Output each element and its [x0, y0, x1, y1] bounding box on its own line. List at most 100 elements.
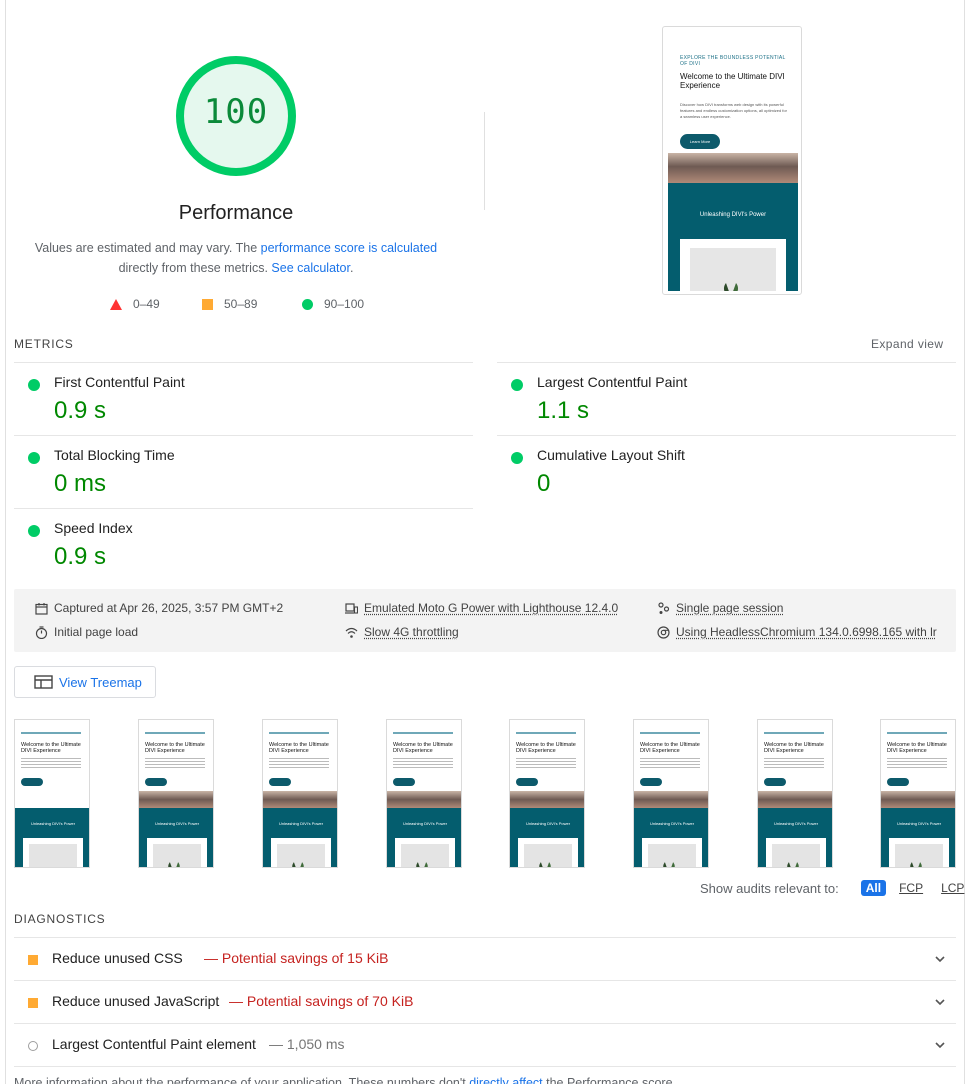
screenshot-section-title: Unleashing DIVI's Power: [699, 212, 767, 218]
screenshot-eyebrow: EXPLORE THE BOUNDLESS POTENTIAL OF DIVI: [680, 55, 786, 67]
frame-desk-image: [758, 791, 832, 808]
metrics-heading: METRICS: [14, 337, 74, 351]
plant-icon: [292, 862, 304, 867]
filmstrip-frame: Welcome to the Ultimate DIVI Experience U…: [633, 719, 709, 868]
screenshot-button: Learn More: [680, 134, 720, 149]
final-screenshot[interactable]: EXPLORE THE BOUNDLESS POTENTIAL OF DIVI …: [662, 26, 802, 295]
score-calculated-link[interactable]: performance score is calculated: [261, 241, 437, 255]
calendar-icon: [35, 602, 48, 615]
pass-circle-icon: [28, 379, 40, 391]
filter-fcp-chip[interactable]: FCP: [894, 880, 928, 896]
average-square-icon: [28, 998, 38, 1008]
frame-button: [640, 778, 662, 786]
runtime-network: Slow 4G throttling: [345, 625, 459, 639]
frame-card-image: [277, 844, 325, 867]
frame-title: Welcome to the Ultimate DIVI Experience: [21, 742, 81, 754]
frame-section-title: Unleashing DIVI's Power: [402, 821, 448, 826]
score-title: Performance: [178, 202, 294, 224]
runtime-browser: Using HeadlessChromium 134.0.6998.165 wi…: [657, 625, 937, 639]
frame-desk-image: [263, 791, 337, 808]
filter-label: Show audits relevant to:: [700, 880, 839, 896]
frame-title: Welcome to the Ultimate DIVI Experience: [887, 742, 947, 754]
metric-divider: [14, 362, 473, 363]
chevron-down-icon: [935, 999, 945, 1006]
score-value: 100: [203, 92, 269, 132]
pass-circle-icon: [28, 452, 40, 464]
pass-circle-icon: [302, 298, 313, 310]
filter-all-chip[interactable]: All: [860, 880, 887, 896]
frame-title: Welcome to the Ultimate DIVI Experience: [269, 742, 329, 754]
audit-unused-css[interactable]: Reduce unused CSS — Potential savings of…: [14, 937, 956, 980]
description-text-2: directly from these metrics.: [118, 261, 272, 275]
filter-lcp-chip[interactable]: LCP: [936, 880, 969, 896]
description-suffix: .: [349, 261, 354, 275]
directly-affect-link[interactable]: directly affect: [469, 1076, 542, 1084]
frame-eyebrow: [145, 732, 205, 736]
frame-eyebrow: [764, 732, 824, 736]
frame-card-image: [401, 844, 449, 867]
runtime-initial-load: Initial page load: [35, 625, 138, 639]
view-treemap-button[interactable]: View Treemap: [14, 666, 156, 698]
frame-card: [23, 838, 83, 867]
frame-desk-image: [510, 791, 584, 808]
chevron-down-icon: [935, 1042, 945, 1049]
runtime-captured: Captured at Apr 26, 2025, 3:57 PM GMT+2: [35, 601, 283, 615]
see-calculator-link[interactable]: See calculator: [271, 261, 350, 275]
screenshot-content: EXPLORE THE BOUNDLESS POTENTIAL OF DIVI …: [668, 32, 798, 291]
filmstrip-frame: Welcome to the Ultimate DIVI Experience U…: [14, 719, 90, 868]
frame-body: [640, 758, 700, 770]
metric-name: Total Blocking Time: [54, 447, 175, 463]
plant-icon: [910, 862, 922, 867]
runtime-settings: [14, 589, 956, 652]
frame-body: [269, 758, 329, 770]
metric-name: Cumulative Layout Shift: [537, 447, 685, 463]
plant-icon: [416, 862, 428, 867]
metric-name: First Contentful Paint: [54, 374, 185, 390]
runtime-initial-text: Initial page load: [54, 625, 139, 639]
frame-card-image: [772, 844, 820, 867]
metric-divider: [497, 435, 956, 436]
frame-card-image: [153, 844, 201, 867]
audit-divider: [14, 1066, 956, 1067]
info-circle-icon: [28, 1041, 38, 1051]
frame-section-title: Unleashing DIVI's Power: [773, 821, 819, 826]
frame-section-title: Unleashing DIVI's Power: [649, 821, 695, 826]
footnote: More information about the performance o…: [14, 1076, 676, 1084]
session-icon: [658, 601, 670, 614]
frame-desk-image: [881, 791, 955, 808]
frame-eyebrow: [887, 732, 947, 736]
average-square-icon: [28, 955, 38, 965]
pass-circle-icon: [28, 525, 40, 537]
audit-unused-js[interactable]: Reduce unused JavaScript — Potential sav…: [14, 980, 956, 1023]
expand-view-toggle[interactable]: Expand view: [871, 337, 943, 351]
frame-section-title: Unleashing DIVI's Power: [525, 821, 571, 826]
audit-filter: Show audits relevant to: All FCP LCP: [700, 880, 969, 896]
diagnostics-heading: DIAGNOSTICS: [14, 912, 106, 926]
filmstrip-frame: Welcome to the Ultimate DIVI Experience U…: [757, 719, 833, 868]
screenshot-card-image: [690, 248, 776, 291]
frame-section-title: Unleashing DIVI's Power: [30, 821, 76, 826]
metric-value: 0: [537, 470, 551, 497]
frame-body: [516, 758, 576, 770]
frame-body: [145, 758, 205, 770]
frame-button: [393, 778, 415, 786]
metric-divider: [497, 362, 956, 363]
filmstrip-frame: Welcome to the Ultimate DIVI Experience U…: [386, 719, 462, 868]
frame-desk-image: [634, 791, 708, 808]
frame-title: Welcome to the Ultimate DIVI Experience: [516, 742, 576, 754]
audit-lcp-element[interactable]: Largest Contentful Paint element — 1,050…: [14, 1023, 956, 1066]
frame-button: [516, 778, 538, 786]
metric-name: Speed Index: [54, 520, 133, 536]
legend-average-label: 50–89: [224, 297, 258, 311]
frame-card: [271, 838, 331, 867]
filmstrip-frame: Welcome to the Ultimate DIVI Experience U…: [138, 719, 214, 868]
frame-section-title: Unleashing DIVI's Power: [896, 821, 942, 826]
runtime-browser-text: Using HeadlessChromium 134.0.6998.165 wi…: [676, 625, 937, 639]
frame-card-image: [524, 844, 572, 867]
frame-title: Welcome to the Ultimate DIVI Experience: [640, 742, 700, 754]
runtime-session-text: Single page session: [676, 601, 784, 615]
metric-value: 0.9 s: [54, 397, 107, 424]
wifi-icon: [345, 627, 358, 638]
screenshot-card: [680, 239, 786, 291]
frame-card: [147, 838, 207, 867]
